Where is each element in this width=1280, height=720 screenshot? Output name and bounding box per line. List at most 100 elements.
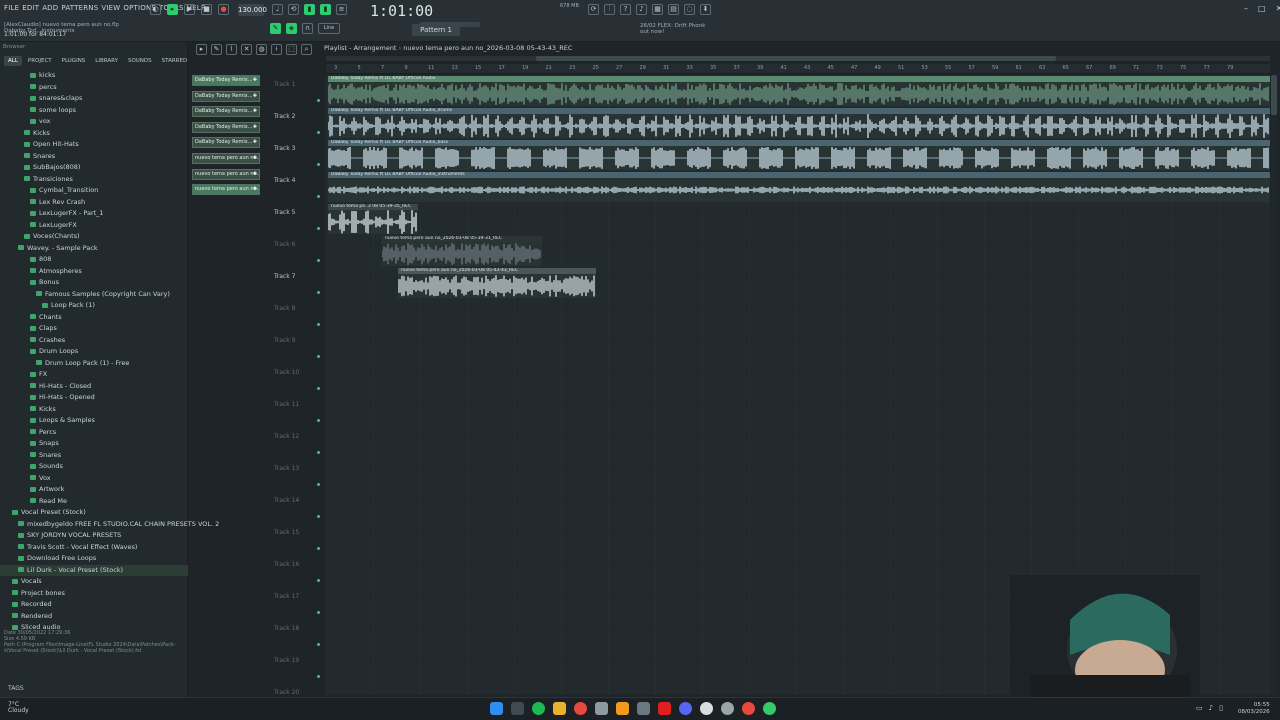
audio-clip[interactable]: nuevo tema pero aun no_2026-03-08 05-39-…: [382, 236, 542, 266]
browser-item[interactable]: Project bones: [0, 588, 188, 600]
track-led-icon[interactable]: [317, 579, 320, 582]
arrangement-name[interactable]: nuevo tema pero aun no_2026-03-08 05-43-…: [403, 44, 572, 52]
track-header[interactable]: Track 3: [268, 139, 324, 171]
file-explorer-icon[interactable]: [553, 702, 566, 715]
maximize-icon[interactable]: □: [1258, 4, 1266, 13]
start-icon[interactable]: [490, 702, 503, 715]
countdown-icon[interactable]: ▮: [304, 4, 315, 15]
song-position-clock[interactable]: 1:01:00: [370, 2, 433, 20]
horizontal-scrollbar[interactable]: [326, 56, 1270, 61]
media-icon[interactable]: [700, 702, 713, 715]
browser-item[interactable]: Recorded: [0, 599, 188, 611]
browser-item[interactable]: mixedbygeldo FREE FL STUDIO.CAL CHAIN PR…: [0, 519, 219, 531]
picker-clip[interactable]: DaBaby Today Remix... ✚: [192, 121, 260, 133]
track-led-icon[interactable]: [317, 643, 320, 646]
refresh-icon[interactable]: ⟳: [588, 4, 599, 15]
mixer-icon[interactable]: ⫶: [604, 4, 615, 15]
track-header[interactable]: Track 19: [268, 651, 324, 683]
stop-icon[interactable]: ■: [201, 4, 212, 15]
volume-icon[interactable]: ♪: [1209, 704, 1213, 712]
picker-clip[interactable]: DaBaby Today Remix... ✚: [192, 75, 260, 86]
browser-item[interactable]: Voces(Chants): [0, 231, 188, 243]
menu-edit[interactable]: EDIT: [22, 4, 39, 12]
track-header[interactable]: Track 6: [268, 235, 324, 267]
track-led-icon[interactable]: [317, 547, 320, 550]
track-led-icon[interactable]: [317, 419, 320, 422]
chrome-icon[interactable]: [574, 702, 587, 715]
browser-item[interactable]: Claps: [0, 323, 188, 335]
weather-widget[interactable]: 7°C Cloudy: [8, 702, 29, 714]
browser-item[interactable]: SKY JORDYN VOCAL PRESETS: [0, 530, 188, 542]
tray-clock[interactable]: 05:55 08/03/2026: [1238, 702, 1270, 716]
browser-item[interactable]: Travis Scott - Vocal Effect (Waves): [0, 542, 188, 554]
track-led-icon[interactable]: [317, 323, 320, 326]
browser-item[interactable]: Vocal Preset (Stock): [0, 507, 188, 519]
battery-icon[interactable]: ▯: [1219, 704, 1223, 712]
track-header[interactable]: Track 14: [268, 491, 324, 523]
picker-clip[interactable]: nuevo tema pero aun no... ✚: [192, 168, 260, 180]
track-header[interactable]: Track 1: [268, 75, 324, 107]
vscroll-thumb[interactable]: [1271, 75, 1277, 115]
clip-menu-icon[interactable]: ✚: [253, 138, 257, 147]
clip-menu-icon[interactable]: ✚: [253, 76, 257, 85]
audio-clip[interactable]: DaBaby Today Remix ft LIL BABY Official …: [328, 140, 1270, 170]
help-icon[interactable]: ?: [620, 4, 631, 15]
picker-clip[interactable]: DaBaby Today Remix... ✚: [192, 137, 260, 149]
track-header[interactable]: Track 10: [268, 363, 324, 395]
tab-plugins[interactable]: PLUGINS: [58, 56, 90, 66]
pat-song-toggle[interactable]: ▸: [167, 4, 178, 15]
browser-item[interactable]: SubBajos(808): [0, 162, 188, 174]
browser-item[interactable]: Read Me: [0, 496, 188, 508]
menu-view[interactable]: VIEW: [101, 4, 120, 12]
obs-icon[interactable]: [595, 702, 608, 715]
browser-item[interactable]: LexLugerFX: [0, 220, 188, 232]
browser-item[interactable]: Drum Loops: [0, 346, 188, 358]
clip-menu-icon[interactable]: ✚: [253, 154, 257, 163]
draw-tool-icon[interactable]: ✎: [270, 23, 281, 34]
tab-project[interactable]: PROJECT: [24, 56, 56, 66]
browser-item[interactable]: Cymbal_Transition: [0, 185, 188, 197]
pencil-icon[interactable]: ✎: [211, 44, 222, 55]
clip-menu-icon[interactable]: ✚: [253, 123, 257, 132]
recording-icon[interactable]: ◐: [150, 4, 161, 15]
track-led-icon[interactable]: [317, 355, 320, 358]
menu-add[interactable]: ADD: [42, 4, 58, 12]
browser-item[interactable]: FX: [0, 369, 188, 381]
minimize-icon[interactable]: –: [1244, 4, 1248, 13]
snap-select[interactable]: Line: [318, 23, 340, 34]
browser-item[interactable]: Percs: [0, 427, 188, 439]
chat-app-icon[interactable]: [763, 702, 776, 715]
menu-file[interactable]: FILE: [4, 4, 19, 12]
browser-item[interactable]: Crashes: [0, 335, 188, 347]
browser-item[interactable]: Open Hit-Hats: [0, 139, 188, 151]
browser-item[interactable]: Loop Pack (1): [0, 300, 188, 312]
chat-icon[interactable]: ◌: [684, 4, 695, 15]
audio-clip[interactable]: DaBaby Today Remix ft LIL BABY Official …: [328, 172, 1270, 202]
picker-clip[interactable]: nuevo tema pero aun no... ✚: [192, 152, 260, 164]
track-header[interactable]: Track 2: [268, 107, 324, 139]
clip-menu-icon[interactable]: ✚: [253, 170, 257, 179]
slice-icon[interactable]: ⟊: [271, 44, 282, 55]
browser-item[interactable]: percs: [0, 82, 188, 94]
spotify-icon[interactable]: [532, 702, 545, 715]
track-led-icon[interactable]: [317, 99, 320, 102]
track-led-icon[interactable]: [317, 259, 320, 262]
audio-clip[interactable]: nuevo tema pe..3 08 05-39-35_REC: [328, 204, 418, 234]
brush-icon[interactable]: ⌇: [226, 44, 237, 55]
browser-item[interactable]: LexLugerFX - Part_1: [0, 208, 188, 220]
track-led-icon[interactable]: [317, 131, 320, 134]
browser-item[interactable]: Vox: [0, 473, 188, 485]
track-led-icon[interactable]: [317, 451, 320, 454]
play-icon[interactable]: ▶: [184, 4, 195, 15]
youtube-icon[interactable]: [658, 702, 671, 715]
track-led-icon[interactable]: [317, 195, 320, 198]
clip-menu-icon[interactable]: ✚: [253, 107, 257, 116]
track-header[interactable]: Track 16: [268, 555, 324, 587]
track-header[interactable]: Track 12: [268, 427, 324, 459]
close-icon[interactable]: ✕: [1276, 4, 1280, 13]
track-header[interactable]: Track 13: [268, 459, 324, 491]
track-header[interactable]: Track 7: [268, 267, 324, 299]
tags-label[interactable]: TAGS: [8, 685, 24, 692]
track-led-icon[interactable]: [317, 163, 320, 166]
audio-clip[interactable]: DaBaby Today Remix ft LIL BABY Official …: [328, 76, 1270, 106]
